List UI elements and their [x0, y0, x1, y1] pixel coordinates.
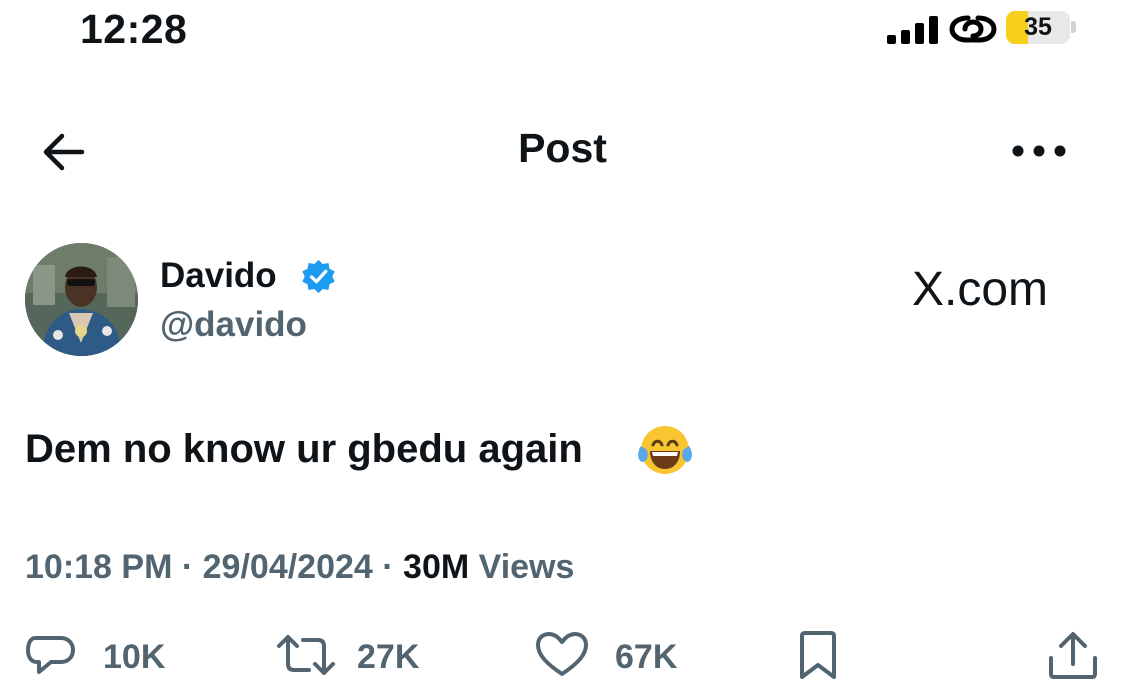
status-time: 12:28 — [80, 6, 188, 52]
battery-level-text: 35 — [1024, 13, 1052, 41]
repost-count: 27K — [357, 638, 420, 676]
reply-count: 10K — [103, 638, 166, 676]
share-icon — [1049, 632, 1097, 679]
views-label: Views — [478, 548, 575, 586]
battery-indicator: 35 — [1006, 11, 1070, 44]
post-text: Dem no know ur gbedu again — [25, 427, 583, 471]
bookmark-button[interactable] — [795, 630, 845, 684]
reply-icon — [26, 636, 75, 674]
ellipsis-icon[interactable] — [1008, 138, 1070, 164]
link-icon — [949, 15, 997, 43]
battery-tip — [1071, 21, 1076, 33]
meta-separator: · — [382, 548, 394, 586]
repost-button[interactable]: 27K — [275, 630, 445, 684]
author-handle[interactable]: @davido — [160, 305, 307, 345]
face-with-tears-of-joy-icon — [638, 426, 692, 474]
avatar-image — [25, 243, 138, 356]
repost-icon — [277, 635, 335, 675]
share-button[interactable] — [1045, 630, 1101, 684]
post-date: 29/04/2024 — [202, 548, 373, 586]
views-count: 30M — [403, 548, 470, 586]
like-count: 67K — [615, 638, 678, 676]
heart-icon — [536, 632, 588, 676]
brand-watermark: X.com — [912, 263, 1049, 316]
reply-button[interactable]: 10K — [25, 630, 185, 684]
bookmark-icon — [800, 631, 836, 679]
avatar[interactable] — [25, 243, 138, 356]
meta-separator: · — [181, 548, 194, 586]
cellular-signal-icon — [887, 16, 938, 44]
like-button[interactable]: 67K — [535, 630, 695, 684]
author-name[interactable]: Davido — [160, 256, 277, 296]
post-time: 10:18 PM — [25, 548, 173, 586]
verified-badge-icon — [302, 259, 335, 294]
page-title: Post — [518, 125, 607, 171]
post-meta: 10:18 PM · 29/04/2024 · 30M Views — [25, 548, 574, 587]
